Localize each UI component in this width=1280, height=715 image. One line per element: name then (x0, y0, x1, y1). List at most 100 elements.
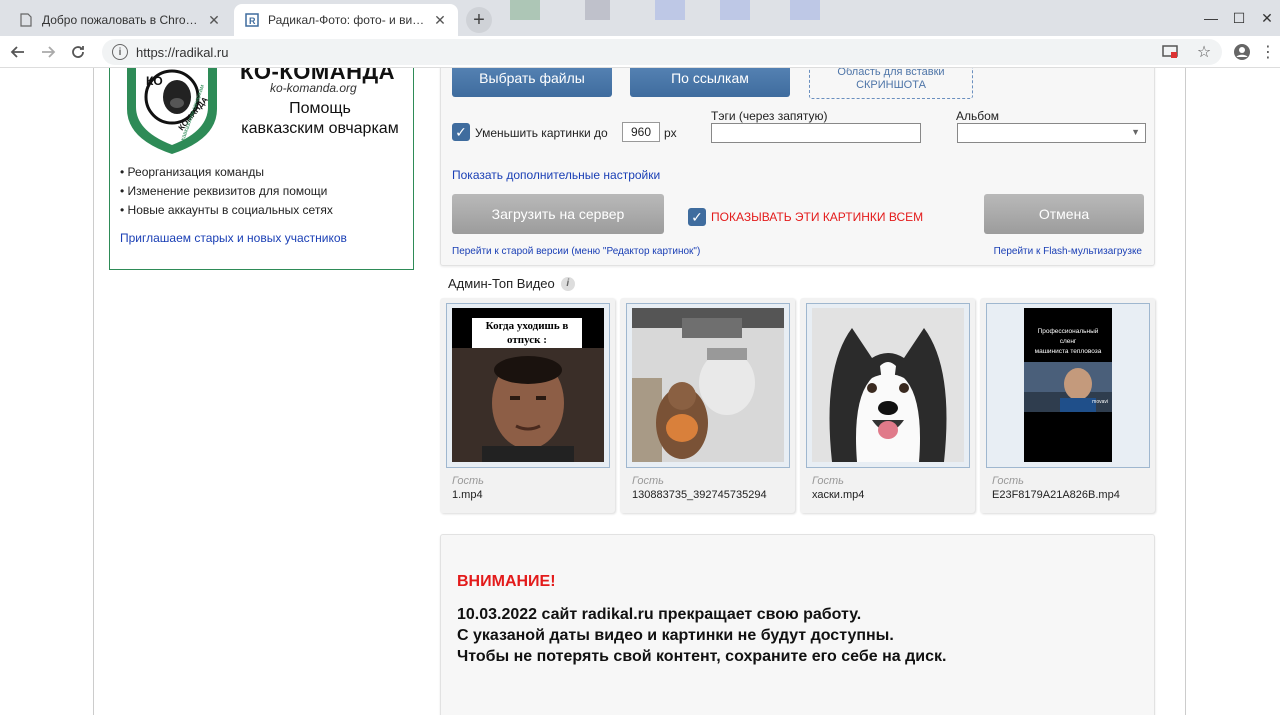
blurred-region (585, 0, 610, 20)
video-frame-art (452, 348, 604, 462)
ko-komanda-ad[interactable]: КО КОМАНДА кавказским овчаркам КО-КОМАНД… (109, 68, 414, 270)
cast-icon[interactable] (1160, 42, 1180, 62)
upload-to-server-button[interactable]: Загрузить на сервер (452, 194, 664, 234)
video-thumbnail: Профессиональный сленг машиниста теплово… (992, 308, 1144, 462)
notice-title: ВНИМАНИЕ! (457, 573, 556, 590)
video-thumbnail-frame[interactable]: Когда уходишь в отпуск : (446, 303, 610, 468)
chevron-down-icon: ▼ (1131, 127, 1140, 137)
vertical-video: Профессиональный сленг машиниста теплово… (1024, 308, 1112, 462)
checkmark-icon: ✓ (455, 124, 467, 140)
tab-welcome[interactable]: Добро пожаловать в Chrome! ✕ (8, 4, 232, 36)
back-arrow-icon[interactable] (6, 40, 30, 64)
forward-arrow-icon[interactable] (36, 40, 60, 64)
video-filename[interactable]: 1.mp4 (452, 489, 610, 501)
blurred-region (790, 0, 820, 20)
video-card[interactable]: Профессиональный сленг машиниста теплово… (980, 298, 1155, 513)
checkmark-icon: ✓ (691, 209, 703, 225)
video-thumbnail (632, 308, 784, 462)
new-tab-button[interactable]: + (466, 7, 492, 33)
video-filename[interactable]: хаски.mp4 (812, 489, 970, 501)
page-border-right (1185, 68, 1186, 715)
screenshot-paste-area[interactable]: Область для вставки СКРИНШОТА (809, 68, 973, 99)
watermark-text: movavi (1092, 399, 1108, 405)
url-text: https://radikal.ru (136, 44, 229, 60)
blurred-region (655, 0, 685, 20)
info-icon[interactable]: i (560, 276, 575, 291)
reduce-size-input[interactable]: 960 (622, 122, 660, 142)
page-border-left (93, 68, 94, 715)
reload-icon[interactable] (66, 40, 90, 64)
reduce-unit: px (664, 126, 677, 140)
video-thumbnail: Когда уходишь в отпуск : (452, 308, 604, 462)
caption-line: Профессиональный (1037, 328, 1099, 335)
video-author: Гость (632, 475, 664, 487)
ad-help-line: кавказским овчаркам (241, 120, 399, 137)
browser-toolbar: i https://radikal.ru ☆ ⋮ (0, 36, 1280, 68)
shutdown-notice: ВНИМАНИЕ! 10.03.2022 сайт radikal.ru пре… (440, 534, 1155, 715)
album-label: Альбом (956, 109, 1000, 123)
video-author: Гость (812, 475, 844, 487)
profile-icon[interactable] (1232, 42, 1252, 62)
video-filename[interactable]: E23F8179A21A826B.mp4 (992, 489, 1150, 501)
tags-label: Тэги (через запятую) (711, 109, 828, 123)
ad-help-line: Помощь (289, 100, 351, 117)
video-frame-art (632, 308, 784, 462)
tab-title: Радикал-Фото: фото- и видеохостинг (268, 13, 426, 27)
kebab-menu-icon[interactable]: ⋮ (1258, 42, 1278, 62)
section-title-text: Админ-Топ Видео (448, 276, 555, 291)
video-caption: Профессиональный сленг машиниста теплово… (1024, 327, 1112, 357)
ad-help-text: Помощь кавказским овчаркам (230, 99, 410, 139)
close-window-button[interactable]: ✕ (1244, 0, 1280, 36)
paste-area-line: СКРИНШОТА (856, 79, 926, 91)
more-settings-link[interactable]: Показать дополнительные настройки (452, 168, 660, 182)
caption-line: сленг (1059, 338, 1077, 345)
ad-list: Реорганизация команды Изменение реквизит… (120, 163, 333, 220)
close-icon[interactable]: ✕ (432, 12, 448, 29)
select-files-button[interactable]: Выбрать файлы (452, 68, 612, 97)
ko-komanda-logo: КО КОМАНДА кавказским овчаркам (127, 68, 217, 154)
video-thumbnail (812, 308, 964, 462)
video-frame-art (812, 308, 964, 462)
info-icon[interactable]: i (112, 44, 128, 60)
blurred-region (510, 0, 540, 20)
video-card[interactable]: Гость 130883735_392745735294 (620, 298, 795, 513)
video-thumbnail-frame[interactable] (806, 303, 970, 468)
album-select[interactable]: ▼ (957, 123, 1146, 143)
caption-line: машиниста тепловоза (1034, 348, 1102, 355)
cancel-button[interactable]: Отмена (984, 194, 1144, 234)
tags-input[interactable] (711, 123, 921, 143)
video-card[interactable]: Когда уходишь в отпуск : Гость 1.mp4 (440, 298, 615, 513)
close-icon[interactable]: ✕ (206, 12, 222, 29)
video-thumbnail-frame[interactable]: Профессиональный сленг машиниста теплово… (986, 303, 1150, 468)
svg-text:R: R (249, 16, 256, 26)
blurred-region (720, 0, 750, 20)
reduce-checkbox[interactable]: ✓ (452, 123, 470, 141)
flash-upload-link[interactable]: Перейти к Flash-мультизагрузке (994, 246, 1142, 257)
show-all-checkbox[interactable]: ✓ (688, 208, 706, 226)
video-author: Гость (992, 475, 1024, 487)
ad-invite-link[interactable]: Приглашаем старых и новых участников (120, 231, 347, 245)
video-filename[interactable]: 130883735_392745735294 (632, 489, 790, 501)
notice-line: Чтобы не потерять свой контент, сохранит… (457, 648, 947, 665)
address-bar[interactable]: i https://radikal.ru (102, 39, 1222, 65)
list-item: Изменение реквизитов для помощи (120, 182, 333, 201)
tab-radikal[interactable]: R Радикал-Фото: фото- и видеохостинг ✕ (234, 4, 458, 36)
video-author: Гость (452, 475, 484, 487)
star-icon[interactable]: ☆ (1194, 42, 1214, 62)
upload-panel: Выбрать файлы По ссылкам Область для вст… (440, 68, 1155, 266)
by-links-button[interactable]: По ссылкам (630, 68, 790, 97)
logo-text-ko: КО (146, 74, 163, 88)
old-version-link[interactable]: Перейти к старой версии (меню "Редактор … (452, 246, 700, 257)
radikal-favicon-icon: R (244, 12, 260, 28)
video-cards: Когда уходишь в отпуск : Гость 1.mp4 Гос… (440, 298, 1156, 513)
video-card[interactable]: Гость хаски.mp4 (800, 298, 975, 513)
tab-title: Добро пожаловать в Chrome! (42, 13, 200, 27)
admin-top-video-title: Админ-Топ Видео i (448, 276, 575, 291)
notice-line: С указаной даты видео и картинки не буду… (457, 627, 894, 644)
ad-site: ko-komanda.org (270, 81, 357, 95)
video-thumbnail-frame[interactable] (626, 303, 790, 468)
notice-line: 10.03.2022 сайт radikal.ru прекращает св… (457, 606, 862, 623)
reduce-label: Уменьшить картинки до (475, 126, 608, 140)
document-icon (18, 12, 34, 28)
list-item: Реорганизация команды (120, 163, 333, 182)
